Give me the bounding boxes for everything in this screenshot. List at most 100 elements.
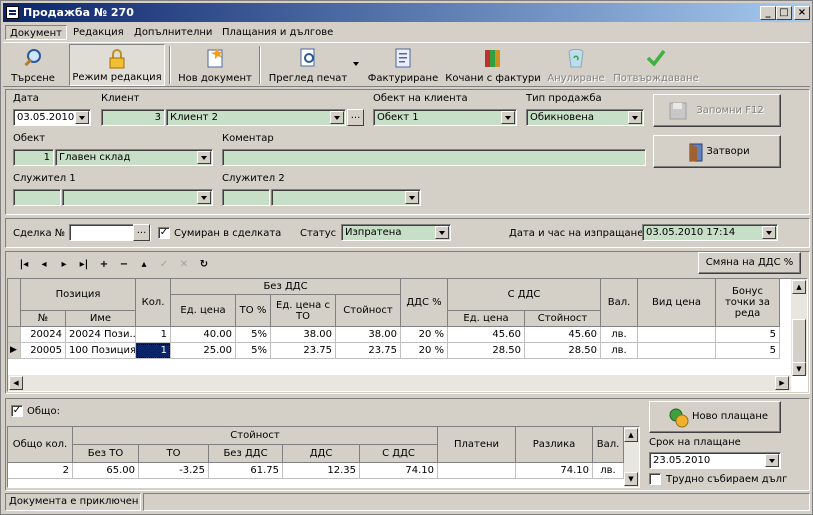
confirm-button[interactable]: Потвърждаване: [611, 44, 701, 86]
edit-record-icon[interactable]: ▴: [137, 258, 151, 272]
table-cell-name[interactable]: 20024 Пози...: [66, 327, 136, 343]
chevron-down-icon[interactable]: [762, 226, 776, 239]
chevron-down-icon[interactable]: [75, 111, 89, 124]
employee1-name-field[interactable]: [62, 189, 213, 206]
first-record-icon[interactable]: |◂: [17, 258, 31, 272]
table-cell-qty[interactable]: 1: [136, 343, 171, 359]
table-cell-no[interactable]: 20024: [21, 327, 66, 343]
scroll-up-icon[interactable]: ▲: [792, 280, 806, 294]
close-window-button[interactable]: ×: [794, 6, 810, 20]
table-cell-currency[interactable]: лв.: [601, 327, 638, 343]
last-record-icon[interactable]: ▸|: [77, 258, 91, 272]
client-name-field[interactable]: Клиент 2: [166, 109, 346, 126]
table-cell-no[interactable]: 20005: [21, 343, 66, 359]
table-cell-price[interactable]: 40.00: [171, 327, 236, 343]
close-button[interactable]: Затвори: [653, 135, 781, 168]
minimize-button[interactable]: _: [760, 6, 776, 20]
save-button[interactable]: Запомни F12: [653, 94, 781, 127]
delete-record-icon[interactable]: −: [117, 258, 131, 272]
row-indicator[interactable]: ▶: [8, 343, 21, 359]
totals-vertical-scrollbar[interactable]: ▲ ▼: [624, 427, 639, 487]
change-vat-button[interactable]: Смяна на ДДС %: [698, 252, 801, 274]
menu-payments[interactable]: Плащания и дългове: [218, 25, 337, 40]
row-indicator[interactable]: [8, 327, 21, 343]
table-cell-value[interactable]: 23.75: [336, 343, 401, 359]
next-record-icon[interactable]: ▸: [57, 258, 71, 272]
status-text: Документа е приключен: [5, 493, 141, 511]
table-cell-to[interactable]: 5%: [236, 327, 271, 343]
menu-edit[interactable]: Редакция: [69, 25, 128, 40]
table-cell-value[interactable]: 38.00: [336, 327, 401, 343]
sale-type-field[interactable]: Обикновена: [526, 109, 644, 126]
scroll-thumb[interactable]: [792, 319, 806, 363]
send-datetime-field[interactable]: 03.05.2010 17:14: [642, 224, 778, 241]
employee2-name-field[interactable]: [271, 189, 421, 206]
chevron-down-icon[interactable]: [197, 151, 211, 164]
employee1-id-field[interactable]: [13, 189, 61, 206]
table-cell-price-type[interactable]: [638, 343, 716, 359]
employee2-id-field[interactable]: [222, 189, 270, 206]
chevron-down-icon[interactable]: [405, 191, 419, 204]
scroll-down-icon[interactable]: ▼: [624, 472, 638, 486]
invoice-books-button[interactable]: Кочани с фактури: [445, 44, 541, 86]
chevron-down-icon[interactable]: [628, 111, 642, 124]
chevron-down-icon[interactable]: [765, 454, 779, 467]
object-name-field[interactable]: Главен склад: [55, 149, 213, 166]
table-cell-to[interactable]: 5%: [236, 343, 271, 359]
client-lookup-button[interactable]: ...: [347, 109, 364, 126]
new-document-button[interactable]: Нов документ: [175, 44, 255, 86]
scroll-right-icon[interactable]: ▶: [775, 376, 789, 390]
client-object-field[interactable]: Обект 1: [373, 109, 517, 126]
print-preview-button[interactable]: Преглед печат: [265, 44, 351, 86]
items-horizontal-scrollbar[interactable]: ◀ ▶: [8, 375, 791, 391]
chevron-down-icon[interactable]: [501, 111, 515, 124]
scroll-up-icon[interactable]: ▲: [624, 428, 638, 442]
scroll-left-icon[interactable]: ◀: [9, 376, 23, 390]
client-id-field[interactable]: 3: [101, 109, 165, 126]
prev-record-icon[interactable]: ◂: [37, 258, 51, 272]
summed-checkbox[interactable]: ✓: [158, 227, 170, 239]
refresh-icon[interactable]: ↻: [197, 258, 211, 272]
table-cell-bonus[interactable]: 5: [716, 343, 780, 359]
table-cell-price-type[interactable]: [638, 327, 716, 343]
maximize-button[interactable]: □: [776, 6, 792, 20]
invoicing-button[interactable]: Фактуриране: [367, 44, 439, 86]
chevron-down-icon[interactable]: [197, 191, 211, 204]
chevron-down-icon[interactable]: [435, 226, 449, 239]
cancel-document-button[interactable]: Анулиране: [543, 44, 609, 86]
new-payment-button[interactable]: Ново плащане: [649, 401, 781, 433]
menu-extra[interactable]: Допълнителни: [130, 25, 216, 40]
table-cell-value-vat[interactable]: 28.50: [525, 343, 601, 359]
due-date-field[interactable]: 23.05.2010: [649, 452, 781, 469]
table-cell-price-to[interactable]: 23.75: [271, 343, 336, 359]
table-cell-currency[interactable]: лв.: [601, 343, 638, 359]
client-label: Клиент: [101, 93, 140, 104]
comment-field[interactable]: [222, 149, 646, 166]
table-cell-price-to[interactable]: 38.00: [271, 327, 336, 343]
items-vertical-scrollbar[interactable]: ▲ ▼: [791, 279, 807, 376]
menu-document[interactable]: Документ: [5, 25, 67, 40]
table-cell-bonus[interactable]: 5: [716, 327, 780, 343]
table-cell-value-vat[interactable]: 45.60: [525, 327, 601, 343]
search-button[interactable]: Търсене: [5, 44, 61, 86]
print-dropdown-button[interactable]: [351, 44, 363, 86]
scroll-down-icon[interactable]: ▼: [792, 362, 806, 376]
table-cell-qty[interactable]: 1: [136, 327, 171, 343]
table-cell-price[interactable]: 25.00: [171, 343, 236, 359]
table-cell-vat[interactable]: 20 %: [401, 327, 448, 343]
cancel-record-icon[interactable]: ✕: [177, 258, 191, 272]
chevron-down-icon[interactable]: [330, 111, 344, 124]
add-record-icon[interactable]: +: [97, 258, 111, 272]
hard-debt-checkbox[interactable]: [649, 473, 661, 485]
edit-mode-button[interactable]: Режим редакция: [69, 44, 165, 86]
post-record-icon[interactable]: ✓: [157, 258, 171, 272]
table-cell-name[interactable]: 100 Позиция: [66, 343, 136, 359]
deal-lookup-button[interactable]: ...: [133, 224, 150, 241]
total-checkbox[interactable]: ✓: [11, 405, 23, 417]
object-id-field[interactable]: 1: [13, 149, 54, 166]
date-field[interactable]: 03.05.2010: [13, 109, 91, 126]
table-cell-price-vat[interactable]: 28.50: [448, 343, 525, 359]
table-cell-vat[interactable]: 20 %: [401, 343, 448, 359]
table-cell-price-vat[interactable]: 45.60: [448, 327, 525, 343]
status-field[interactable]: Изпратена: [341, 224, 451, 241]
